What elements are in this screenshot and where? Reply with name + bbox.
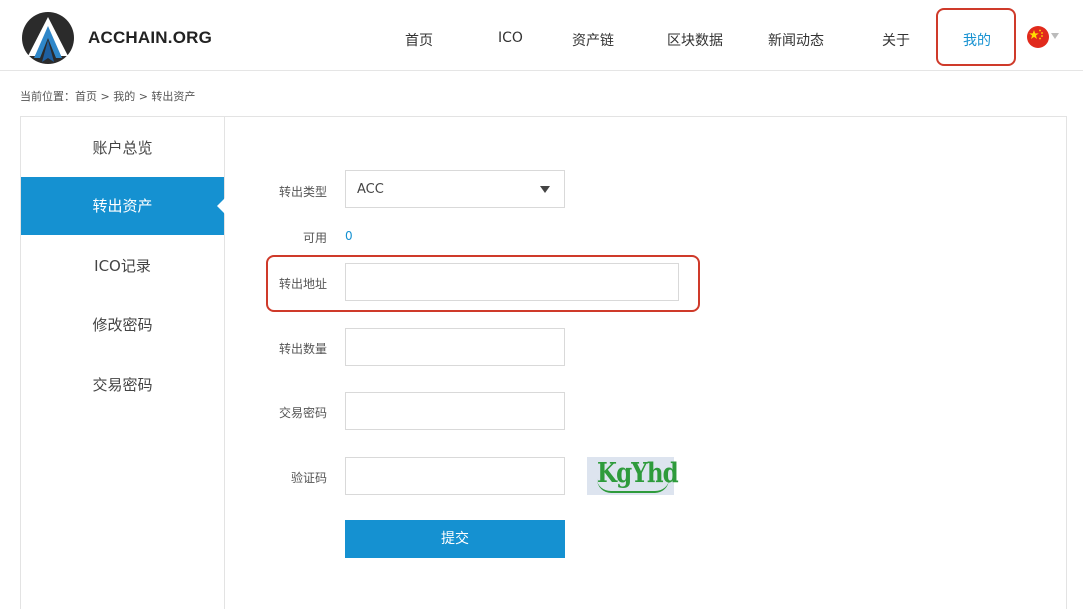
transfer-amount-input[interactable] bbox=[345, 328, 565, 366]
address-highlight-box bbox=[266, 255, 700, 312]
flag-star-icon bbox=[1029, 29, 1043, 40]
transfer-type-value: ACC bbox=[357, 182, 384, 197]
nav-item-about[interactable]: 关于 bbox=[882, 30, 910, 50]
nav-item-home[interactable]: 首页 bbox=[405, 30, 433, 50]
captcha-input[interactable] bbox=[345, 457, 565, 495]
nav-item-news[interactable]: 新闻动态 bbox=[768, 30, 824, 50]
trade-password-label: 交易密码 bbox=[278, 406, 327, 420]
acchain-logo-icon[interactable] bbox=[20, 10, 76, 66]
nav-mine-highlight-box bbox=[936, 8, 1016, 66]
nav-item-block-data[interactable]: 区块数据 bbox=[667, 30, 723, 50]
transfer-type-label: 转出类型 bbox=[278, 185, 327, 199]
nav-item-ico[interactable]: ICO bbox=[498, 30, 523, 46]
available-balance: 0 bbox=[345, 229, 353, 243]
dropdown-arrow-icon bbox=[540, 186, 550, 193]
sidebar-item-account-overview[interactable]: 账户总览 bbox=[21, 119, 224, 177]
active-pointer-icon bbox=[217, 198, 225, 214]
breadcrumb: 当前位置：首页 > 我的 > 转出资产 bbox=[20, 90, 196, 103]
sidebar-item-trade-password[interactable]: 交易密码 bbox=[21, 356, 224, 414]
captcha-image[interactable]: KgYhd bbox=[587, 457, 679, 495]
nav-item-asset-chain[interactable]: 资产链 bbox=[572, 30, 614, 50]
sidebar-item-ico-records[interactable]: ICO记录 bbox=[21, 237, 224, 295]
captcha-noise-line bbox=[597, 479, 669, 493]
captcha-label: 验证码 bbox=[290, 471, 327, 485]
trade-password-input[interactable] bbox=[345, 392, 565, 430]
transfer-type-select[interactable]: ACC bbox=[345, 170, 565, 208]
account-sidebar: 账户总览 转出资产 ICO记录 修改密码 交易密码 bbox=[21, 117, 225, 609]
sidebar-item-change-password[interactable]: 修改密码 bbox=[21, 296, 224, 354]
available-label: 可用 bbox=[302, 231, 327, 245]
submit-button[interactable]: 提交 bbox=[345, 520, 565, 558]
site-header: ACCHAIN.ORG 首页 ICO 资产链 区块数据 新闻动态 关于 我的 bbox=[0, 0, 1083, 71]
transfer-amount-label: 转出数量 bbox=[278, 342, 327, 356]
sidebar-item-transfer-out[interactable]: 转出资产 bbox=[21, 177, 225, 235]
brand-name[interactable]: ACCHAIN.ORG bbox=[88, 28, 212, 48]
sidebar-item-transfer-out-label: 转出资产 bbox=[92, 197, 153, 215]
china-flag-icon[interactable] bbox=[1027, 26, 1049, 48]
language-dropdown-caret-icon[interactable] bbox=[1051, 33, 1059, 39]
